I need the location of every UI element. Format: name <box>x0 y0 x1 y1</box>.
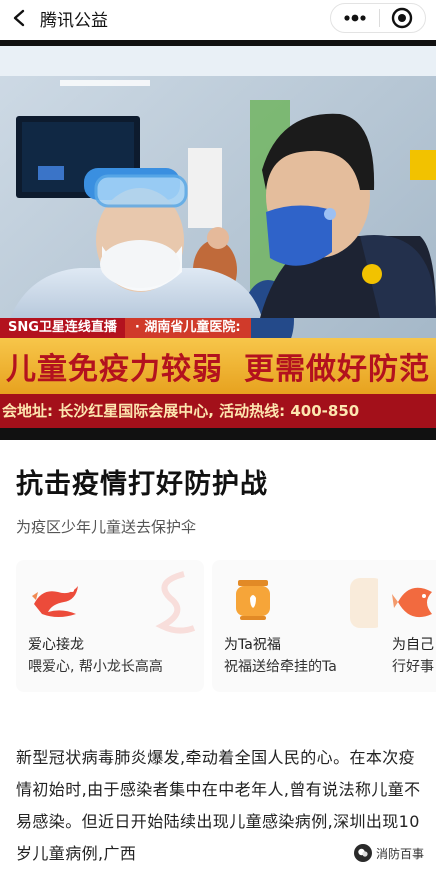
article-subtitle: 为疫区少年儿童送去保护伞 <box>16 518 197 536</box>
dragon-watermark-icon <box>155 571 196 634</box>
card-desc: 喂爱心, 帮小龙长高高 <box>28 659 163 675</box>
target-close-icon <box>392 7 413 29</box>
card-desc: 行好事 <box>392 659 434 675</box>
news-ticker-top: SNG卫星连线直播 · 湖南省儿童医院: <box>0 318 436 338</box>
watermark-text: 消防百事 <box>375 846 424 861</box>
card-title: 为自己 <box>392 637 434 653</box>
hospital-tag: · 湖南省儿童医院: <box>124 318 251 338</box>
dragon-icon <box>32 586 78 617</box>
source-watermark: 消防百事 <box>349 842 428 864</box>
card-blessing[interactable]: 为Ta祝福 祝福送给牵挂的Ta <box>212 560 400 692</box>
article-title: 抗击疫情打好防护战 <box>16 469 268 500</box>
lantern-icon <box>236 580 270 620</box>
back-button[interactable] <box>0 0 38 36</box>
card-title: 为Ta祝福 <box>224 637 281 653</box>
wechat-account-icon <box>353 844 372 862</box>
card-desc: 祝福送给牵挂的Ta <box>224 659 337 675</box>
card-love-chain[interactable]: 爱心接龙 喂爱心, 帮小龙长高高 <box>16 560 204 692</box>
card-title: 爱心接龙 <box>28 637 84 653</box>
hero-video-frame[interactable]: SNG卫星连线直播 · 湖南省儿童医院: 儿童免疫力较弱 更需做好防范 会地址:… <box>0 40 436 440</box>
card-for-self[interactable]: 为自己 行好事 <box>378 560 436 692</box>
close-button[interactable] <box>379 4 425 32</box>
mini-program-capsule <box>330 3 426 33</box>
koi-fish-icon <box>392 587 432 618</box>
headline-right: 更需做好防范 <box>244 352 430 387</box>
news-headline-bar: 儿童免疫力较弱 更需做好防范 <box>0 338 436 394</box>
news-footer-bar: 会地址: 长沙红星国际会展中心, 活动热线: 400-850 <box>0 394 436 428</box>
action-cards-row: 爱心接龙 喂爱心, 帮小龙长高高 为Ta祝福 祝福送给牵挂的Ta 为自己 行好事 <box>16 560 436 696</box>
live-tag: SNG卫星连线直播 <box>0 318 125 338</box>
more-button[interactable] <box>331 4 379 32</box>
top-nav-bar: 腾讯公益 <box>0 0 436 36</box>
chevron-left-icon <box>13 9 25 27</box>
tv-bezel-bottom <box>0 428 436 440</box>
headline-left: 儿童免疫力较弱 <box>6 352 223 387</box>
more-dots-icon <box>344 14 366 22</box>
page-title: 腾讯公益 <box>40 10 108 31</box>
tv-bezel-top <box>0 40 436 46</box>
